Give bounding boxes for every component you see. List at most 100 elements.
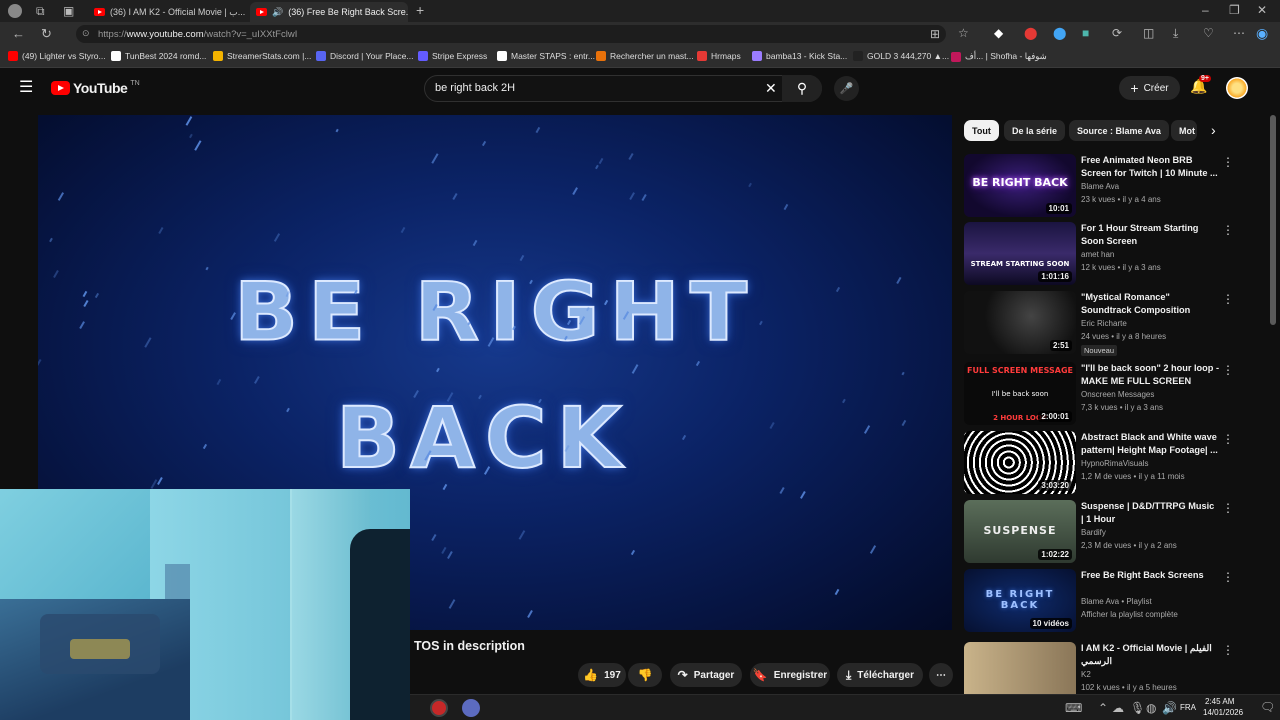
install-app-icon[interactable]: ⊞ (930, 28, 940, 40)
channel-name[interactable]: Blame Ava • Playlist (1081, 597, 1152, 606)
mic-tray-icon[interactable]: 🎙 (1130, 702, 1145, 714)
more-options-icon[interactable]: ⋮ (1222, 502, 1234, 514)
recommendation-card[interactable]: FULL SCREEN MESSAGE I'll be back soon 2 HO… (964, 362, 1264, 426)
channel-name[interactable]: K2 (1081, 670, 1091, 679)
bookmark-item[interactable]: bamba13 - Kick Sta... (752, 51, 847, 61)
download-button[interactable]: ⤓ Télécharger (837, 663, 923, 687)
more-options-icon[interactable]: ⋮ (1222, 224, 1234, 236)
window-close-icon[interactable]: ✕ (1257, 4, 1267, 16)
more-options-icon[interactable]: ⋮ (1222, 293, 1234, 305)
dislike-button[interactable]: 👎 (628, 663, 662, 687)
bookmark-item[interactable]: (49) Lighter vs Styro... (8, 51, 106, 61)
bookmark-item[interactable]: Discord | Your Place... (316, 51, 413, 61)
video-thumbnail[interactable]: SUSPENSE 1:02:22 (964, 500, 1076, 563)
more-actions-button[interactable]: ⋯ (929, 663, 953, 687)
bookmark-item[interactable]: Hrmaps (697, 51, 741, 61)
video-title-link[interactable]: Free Animated Neon BRB Screen for Twitch… (1081, 154, 1219, 180)
keyboard-icon[interactable]: ⌨ (1065, 702, 1082, 714)
more-options-icon[interactable]: ⋮ (1222, 433, 1234, 445)
chip-series[interactable]: De la série (1004, 120, 1066, 141)
video-title-link[interactable]: For 1 Hour Stream Starting Soon Screen (1081, 222, 1219, 248)
chevron-right-icon[interactable]: › (1211, 123, 1216, 137)
recommendation-card[interactable]: I AM K2 - Official Movie | الفيلم الرسمي… (964, 642, 1264, 694)
taskbar-app-red[interactable] (430, 699, 448, 717)
recommendation-card[interactable]: 2:51 "Mystical Romance" Soundtrack Compos… (964, 291, 1264, 356)
extensions-icon[interactable]: ⟳ (1112, 27, 1122, 39)
channel-name[interactable]: Bardify (1081, 528, 1106, 537)
menu-dots-icon[interactable]: ⋯ (1233, 27, 1245, 39)
speaker-icon[interactable]: 🔊 (272, 7, 283, 18)
chip-all[interactable]: Tout (964, 120, 999, 141)
downloads-icon[interactable]: ⤓ (1173, 27, 1178, 39)
hamburger-menu-icon[interactable]: ☰ (19, 80, 33, 96)
search-button[interactable]: ⚲ (782, 75, 822, 102)
cloud-icon[interactable]: ☁ (1112, 702, 1124, 714)
more-options-icon[interactable]: ⋮ (1222, 571, 1234, 583)
video-thumbnail[interactable]: STREAM STARTING SOON 1:01:16 (964, 222, 1076, 285)
address-field[interactable]: ⊙ https://www.youtube.com/watch?v=_uIXXt… (76, 25, 946, 43)
performance-icon[interactable]: ♡ (1203, 27, 1214, 39)
favorite-star-icon[interactable]: ☆ (958, 27, 969, 39)
share-button[interactable]: ↷ Partager (670, 663, 742, 687)
video-thumbnail[interactable]: FULL SCREEN MESSAGE I'll be back soon 2 HO… (964, 362, 1076, 425)
recommendation-card[interactable]: 3:03:20 Abstract Black and White wave pat… (964, 431, 1264, 495)
copilot-icon[interactable]: ◉ (1256, 26, 1268, 40)
bookmark-item[interactable]: Rechercher un mast... (596, 51, 694, 61)
bookmark-item[interactable]: TunBest 2024 romd... (111, 51, 206, 61)
extension-blue-icon[interactable]: ⬤ (1053, 27, 1066, 39)
like-button[interactable]: 👍 197 (578, 663, 626, 687)
workspaces-icon[interactable]: ⧉ (36, 5, 45, 17)
channel-name[interactable]: Blame Ava (1081, 182, 1119, 191)
chip-more[interactable]: Mot (1171, 120, 1197, 141)
clock-date[interactable]: 14/01/2026 (1203, 708, 1243, 717)
search-input[interactable]: be right back 2H ✕ (424, 75, 822, 102)
video-title-link[interactable]: Abstract Black and White wave pattern| H… (1081, 431, 1219, 457)
channel-name[interactable]: amet han (1081, 250, 1114, 259)
video-thumbnail[interactable]: BE RIGHT BACK 10:01 (964, 154, 1076, 217)
extension-green-icon[interactable]: ■ (1082, 27, 1089, 39)
save-button[interactable]: 🔖 Enregistrer (750, 663, 830, 687)
split-screen-icon[interactable]: ◫ (1143, 27, 1154, 39)
back-icon[interactable]: ← (12, 27, 25, 40)
more-options-icon[interactable]: ⋮ (1222, 156, 1234, 168)
extension-icon[interactable]: ◆ (994, 27, 1003, 39)
bookmark-item[interactable]: GOLD 3 444,270 ▲... (853, 51, 949, 61)
create-button[interactable]: + Créer (1119, 76, 1180, 100)
video-title-link[interactable]: I AM K2 - Official Movie | الفيلم الرسمي (1081, 642, 1219, 668)
clear-search-icon[interactable]: ✕ (765, 81, 777, 95)
more-options-icon[interactable]: ⋮ (1222, 644, 1234, 656)
video-title-link[interactable]: "Mystical Romance" Soundtrack Compositio… (1081, 291, 1219, 317)
video-thumbnail[interactable]: 2:51 (964, 291, 1076, 354)
video-title-link[interactable]: Free Be Right Back Screens (1081, 569, 1219, 582)
recommendation-card[interactable]: BE RIGHT BACK 10 vidéos Free Be Right Back… (964, 569, 1264, 633)
language-indicator[interactable]: FRA (1180, 703, 1196, 712)
notifications-button[interactable]: 🔔 9+ (1190, 75, 1211, 96)
refresh-icon[interactable]: ↻ (41, 27, 52, 40)
profile-avatar[interactable] (8, 4, 22, 18)
account-avatar[interactable] (1226, 77, 1248, 99)
tab-brb-screen[interactable]: 🔊 (36) Free Be Right Back Scre... ✕ (250, 2, 408, 22)
bookmark-item[interactable]: Master STAPS : entr... (497, 51, 595, 61)
bookmark-item[interactable]: StreamerStats.com |... (213, 51, 311, 61)
video-title-link[interactable]: Suspense | D&D/TTRPG Music | 1 Hour (1081, 500, 1219, 526)
maximize-icon[interactable]: ❐ (1229, 4, 1240, 16)
extension-red-icon[interactable]: ⬤ (1024, 27, 1037, 39)
recommendation-card[interactable]: SUSPENSE 1:02:22 Suspense | D&D/TTRPG Musi… (964, 500, 1264, 564)
voice-search-button[interactable]: 🎤 (834, 76, 859, 101)
minimize-icon[interactable]: – (1202, 4, 1209, 16)
scrollbar[interactable] (1270, 115, 1276, 325)
new-tab-icon[interactable]: + (416, 3, 424, 17)
video-title-link[interactable]: "I'll be back soon" 2 hour loop - MAKE M… (1081, 362, 1219, 388)
network-icon[interactable]: ◍ (1146, 702, 1156, 714)
tab-actions-icon[interactable]: ▣ (63, 5, 74, 17)
notification-center-icon[interactable]: 🗨 (1260, 701, 1275, 713)
bookmark-item[interactable]: أف... | Shofha - شوفها (951, 51, 1047, 62)
chip-source[interactable]: Source : Blame Ava (1069, 120, 1169, 141)
video-thumbnail[interactable]: 3:03:20 (964, 431, 1076, 494)
volume-icon[interactable]: 🔊 (1162, 702, 1177, 714)
show-hidden-icons[interactable]: ⌃ (1098, 702, 1108, 714)
more-options-icon[interactable]: ⋮ (1222, 364, 1234, 376)
video-thumbnail[interactable]: BE RIGHT BACK 10 vidéos (964, 569, 1076, 632)
youtube-logo[interactable]: YouTube TN (51, 80, 140, 96)
recommendation-card[interactable]: BE RIGHT BACK 10:01 Free Animated Neon BRB… (964, 154, 1264, 218)
